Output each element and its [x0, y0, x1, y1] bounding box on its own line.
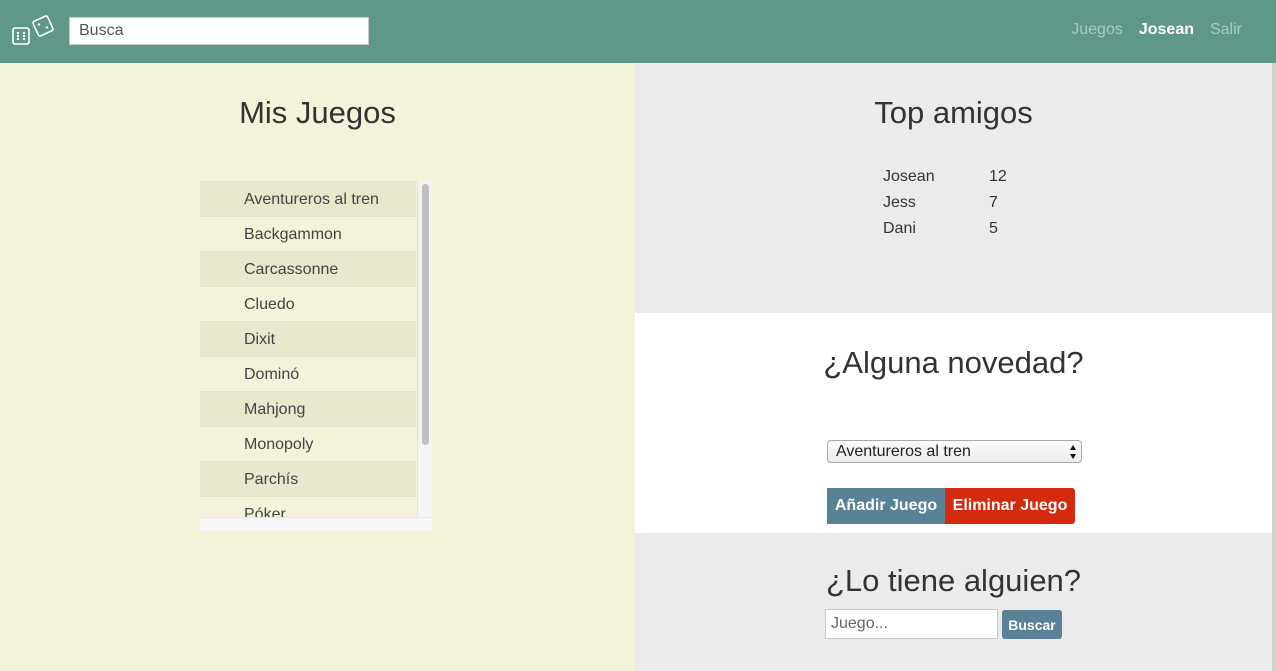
table-row: Dani 5 [883, 216, 1029, 242]
games-horizontal-scrollbar[interactable] [200, 517, 432, 531]
top-navbar: Juegos Josean Salir [0, 0, 1276, 63]
add-game-button[interactable]: Añadir Juego [827, 488, 945, 524]
friend-name: Josean [883, 168, 935, 185]
table-row: Josean 12 [883, 164, 1029, 190]
top-friends-panel: Top amigos Josean 12 Jess 7 Dani 5 [635, 63, 1272, 313]
remove-game-button[interactable]: Eliminar Juego [945, 488, 1075, 524]
games-vertical-scrollbar[interactable] [417, 181, 432, 517]
games-list-box: Aventureros al tren Backgammon Carcasson… [200, 181, 432, 530]
friend-score: 5 [989, 220, 998, 237]
nav-link-salir[interactable]: Salir [1210, 21, 1242, 39]
list-item[interactable]: Dominó [200, 357, 416, 392]
select-arrows-icon [1070, 445, 1076, 459]
friends-table: Josean 12 Jess 7 Dani 5 [883, 164, 1029, 242]
friend-name: Dani [883, 220, 916, 237]
table-row: Jess 7 [883, 190, 1029, 216]
friend-score: 7 [989, 194, 998, 211]
nav-links: Juegos Josean Salir [1071, 21, 1242, 39]
who-has-title: ¿Lo tiene alguien? [825, 563, 1082, 598]
friend-name: Jess [883, 194, 916, 211]
search-button[interactable]: Buscar [1002, 610, 1062, 639]
news-title: ¿Alguna novedad? [823, 345, 1084, 380]
my-games-title: Mis Juegos [239, 95, 396, 130]
games-list[interactable]: Aventureros al tren Backgammon Carcasson… [200, 181, 416, 517]
game-select-value: Aventureros al tren [836, 443, 971, 460]
dice-icon[interactable] [10, 14, 56, 48]
who-has-panel: ¿Lo tiene alguien? Buscar [635, 533, 1272, 671]
top-friends-title: Top amigos [874, 95, 1033, 130]
list-item[interactable]: Backgammon [200, 217, 416, 252]
news-panel: ¿Alguna novedad? Aventureros al tren Aña… [635, 313, 1272, 533]
game-select[interactable]: Aventureros al tren [827, 440, 1082, 463]
list-item[interactable]: Parchís [200, 462, 416, 497]
friend-score: 12 [989, 168, 1007, 185]
list-item[interactable]: Mahjong [200, 392, 416, 427]
list-item[interactable]: Aventureros al tren [200, 182, 416, 217]
list-item[interactable]: Póker [200, 497, 416, 517]
search-input[interactable] [69, 17, 369, 45]
my-games-panel: Mis Juegos Aventureros al tren Backgammo… [0, 63, 635, 671]
list-item[interactable]: Dixit [200, 322, 416, 357]
game-search-input[interactable] [825, 609, 998, 639]
nav-link-juegos[interactable]: Juegos [1071, 21, 1123, 39]
list-item[interactable]: Monopoly [200, 427, 416, 462]
scrollbar-thumb[interactable] [422, 184, 429, 445]
window-edge [1272, 63, 1276, 671]
nav-link-user[interactable]: Josean [1139, 21, 1194, 39]
list-item[interactable]: Cluedo [200, 287, 416, 322]
list-item[interactable]: Carcassonne [200, 252, 416, 287]
